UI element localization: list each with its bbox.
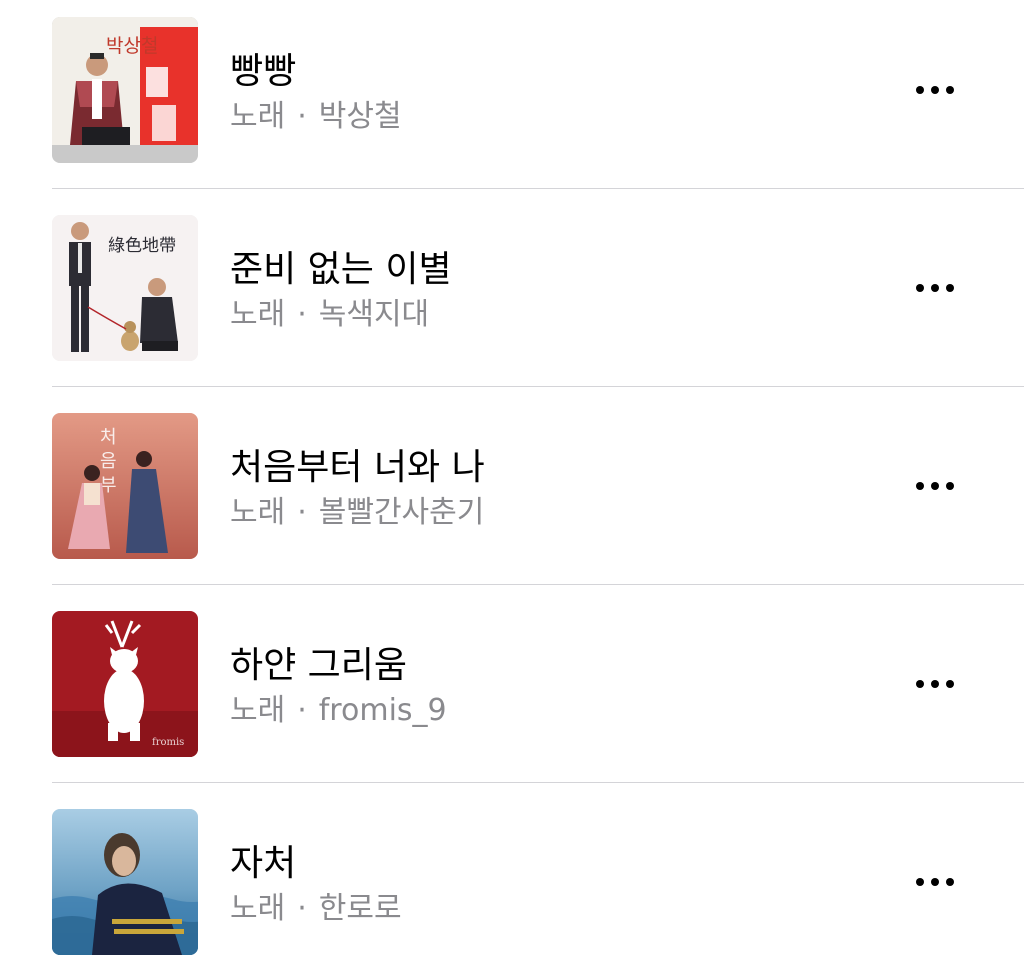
song-row[interactable]: fromis 하얀 그리움 노래 · fromis_9 — [0, 584, 1024, 783]
separator: · — [297, 297, 307, 332]
album-art: 처 음 부 — [52, 413, 198, 559]
svg-text:fromis: fromis — [152, 737, 184, 748]
more-dot-icon — [916, 284, 924, 292]
song-title: 하얀 그리움 — [230, 645, 408, 686]
album-cover-text: 박상철 — [106, 35, 159, 57]
song-type: 노래 — [230, 693, 286, 728]
separator: · — [297, 693, 307, 728]
album-art: 綠色地帶 — [52, 215, 198, 361]
song-row[interactable]: 綠色地帶 준비 없는 이별 노래 · 녹색지대 — [0, 188, 1024, 387]
song-artist[interactable]: 박상철 — [319, 99, 402, 134]
more-dot-icon — [931, 878, 939, 886]
more-options-button[interactable] — [912, 672, 958, 696]
song-subtitle: 노래 · 녹색지대 — [230, 296, 429, 334]
more-options-button[interactable] — [912, 870, 958, 894]
more-dot-icon — [931, 482, 939, 490]
song-row[interactable]: 자처 노래 · 한로로 — [0, 782, 1024, 980]
song-list: 박상철 빵빵 노래 · 박상철 綠色地帶 준비 없는 이별 노래 · 녹색지대 … — [0, 0, 1024, 980]
song-artist[interactable]: 한로로 — [319, 891, 402, 926]
song-row[interactable]: 박상철 빵빵 노래 · 박상철 — [0, 0, 1024, 189]
album-art: 박상철 — [52, 17, 198, 163]
separator: · — [297, 99, 307, 134]
song-subtitle: 노래 · 볼빨간사춘기 — [230, 494, 484, 532]
separator: · — [297, 891, 307, 926]
song-subtitle: 노래 · fromis_9 — [230, 692, 447, 730]
song-title: 처음부터 너와 나 — [230, 447, 485, 488]
song-artist[interactable]: fromis_9 — [319, 693, 447, 728]
more-dot-icon — [931, 680, 939, 688]
more-dot-icon — [946, 86, 954, 94]
album-art-image: 처 음 부 — [52, 413, 198, 559]
more-dot-icon — [946, 284, 954, 292]
separator: · — [297, 495, 307, 530]
more-options-button[interactable] — [912, 78, 958, 102]
song-title: 자처 — [230, 843, 297, 884]
more-dot-icon — [916, 878, 924, 886]
more-dot-icon — [931, 86, 939, 94]
song-artist[interactable]: 볼빨간사춘기 — [319, 495, 485, 530]
album-art — [52, 809, 198, 955]
album-art: fromis — [52, 611, 198, 757]
album-art-image: fromis — [52, 611, 198, 757]
more-dot-icon — [916, 482, 924, 490]
more-dot-icon — [946, 680, 954, 688]
more-dot-icon — [916, 680, 924, 688]
svg-text:음: 음 — [100, 451, 117, 472]
album-art-image — [52, 809, 198, 955]
song-subtitle: 노래 · 박상철 — [230, 98, 402, 136]
more-options-button[interactable] — [912, 474, 958, 498]
album-cover-text: 綠色地帶 — [108, 236, 176, 256]
song-type: 노래 — [230, 495, 286, 530]
more-options-button[interactable] — [912, 276, 958, 300]
song-title: 준비 없는 이별 — [230, 249, 452, 290]
more-dot-icon — [946, 878, 954, 886]
song-title: 빵빵 — [230, 51, 297, 92]
song-row[interactable]: 처 음 부 처음부터 너와 나 노래 · 볼빨간사춘기 — [0, 386, 1024, 585]
song-type: 노래 — [230, 297, 286, 332]
song-type: 노래 — [230, 99, 286, 134]
svg-text:처: 처 — [100, 427, 117, 448]
song-type: 노래 — [230, 891, 286, 926]
more-dot-icon — [946, 482, 954, 490]
more-dot-icon — [916, 86, 924, 94]
more-dot-icon — [931, 284, 939, 292]
song-subtitle: 노래 · 한로로 — [230, 890, 402, 928]
song-artist[interactable]: 녹색지대 — [319, 297, 429, 332]
